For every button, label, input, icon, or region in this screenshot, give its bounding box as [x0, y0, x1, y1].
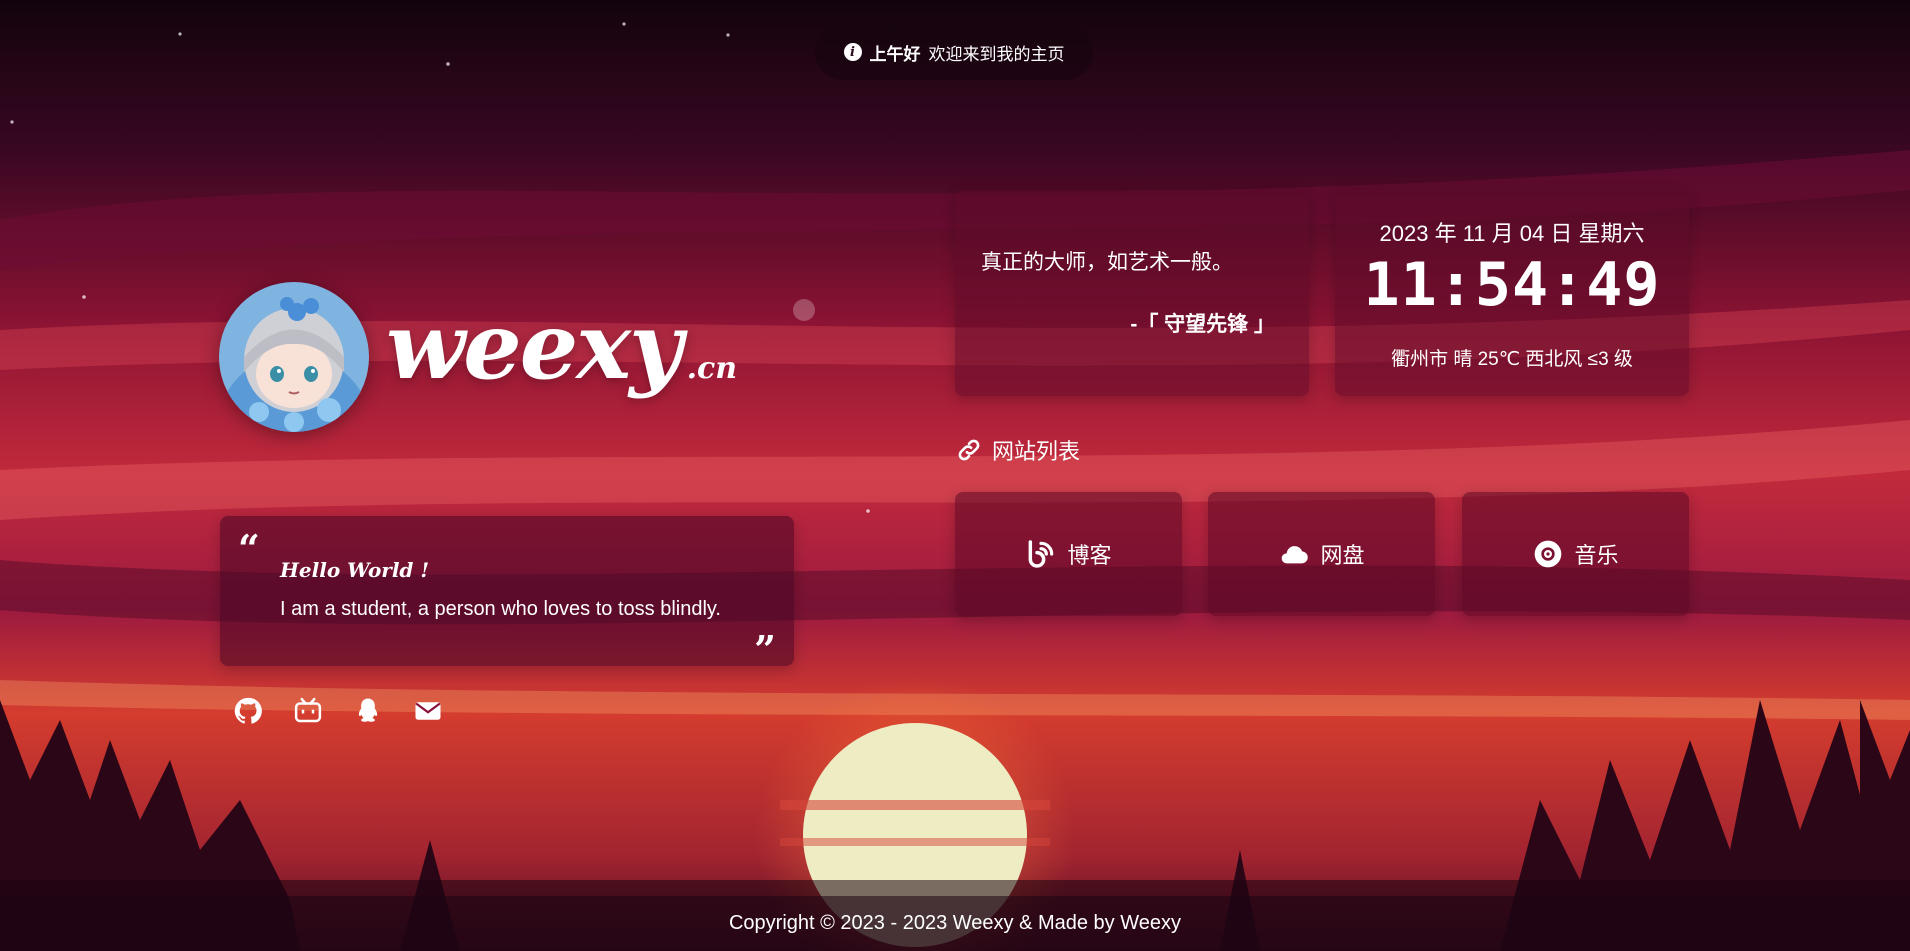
hitokoto-text: 真正的大师，如艺术一般。	[981, 251, 1233, 274]
mail-icon[interactable]	[413, 696, 443, 726]
site-button-blog[interactable]: 博客	[955, 492, 1182, 616]
qq-icon[interactable]	[353, 696, 383, 726]
footer: Copyright © 2023 - 2023 Weexy & Made by …	[0, 896, 1910, 951]
avatar	[219, 282, 369, 432]
site-label-music: 音乐	[1574, 543, 1619, 568]
cloud-icon	[1282, 546, 1309, 564]
github-icon[interactable]	[233, 696, 263, 726]
bilibili-icon[interactable]	[293, 696, 323, 726]
intro-title: Hello World !	[280, 558, 430, 582]
blog-icon	[1029, 540, 1054, 568]
clock-time: 11:54:49	[1363, 250, 1661, 320]
intro-card: “ Hello World ! I am a student, a person…	[220, 516, 794, 672]
hitokoto-source: -「 守望先锋 」	[1130, 313, 1275, 336]
site-label-blog: 博客	[1067, 543, 1112, 568]
info-icon: i	[843, 43, 862, 61]
site-label-cloud: 网盘	[1320, 543, 1365, 568]
brand-name: weexy	[386, 292, 683, 400]
quote-close-icon: ”	[754, 627, 776, 672]
site-button-cloud[interactable]: 网盘	[1208, 492, 1435, 616]
hitokoto-card[interactable]: 真正的大师，如艺术一般。 -「 守望先锋 」	[955, 190, 1309, 396]
quote-open-icon: “	[238, 526, 260, 571]
weather-info: 衢州市 晴 25℃ 西北风 ≤3 级	[1391, 349, 1633, 370]
link-icon	[958, 439, 980, 461]
clock-card: 2023 年 11 月 04 日 星期六 11:54:49 衢州市 晴 25℃ …	[1335, 190, 1689, 396]
site-logo: weexy .cn	[386, 300, 737, 420]
site-list-heading: 网站列表	[956, 434, 1080, 466]
music-disc-icon	[1535, 540, 1562, 568]
greeting-message: 欢迎来到我的主页	[928, 44, 1065, 64]
site-list-title: 网站列表	[992, 439, 1081, 464]
clock-date: 2023 年 11 月 04 日 星期六	[1379, 221, 1645, 246]
site-button-music[interactable]: 音乐	[1462, 492, 1689, 616]
social-links	[233, 696, 443, 726]
greeting-hello: 上午好	[869, 44, 921, 64]
brand-tld: .cn	[686, 351, 738, 386]
copyright-text: Copyright © 2023 - 2023 Weexy & Made by …	[728, 912, 1181, 934]
background-scene	[0, 0, 1910, 951]
greeting-banner: i 上午好 欢迎来到我的主页	[815, 24, 1093, 80]
intro-text: I am a student, a person who loves to to…	[280, 598, 721, 620]
